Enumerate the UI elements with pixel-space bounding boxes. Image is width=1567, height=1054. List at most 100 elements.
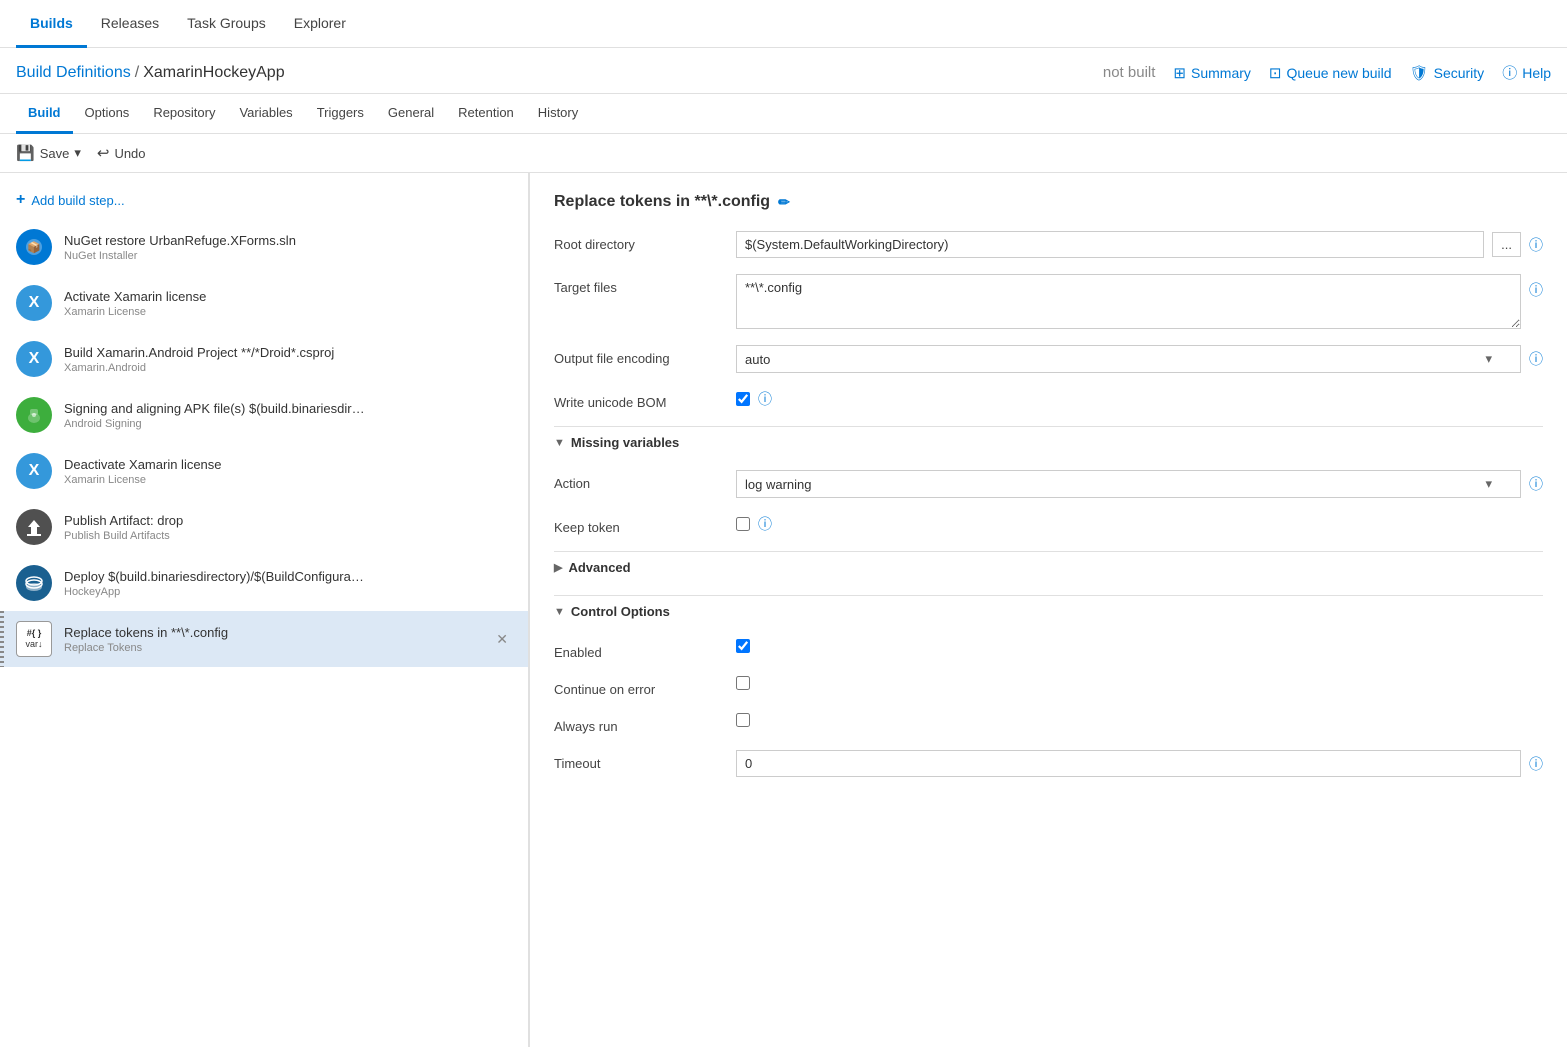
step-replace-tokens[interactable]: #{ } var↓ Replace tokens in **\*.config … xyxy=(0,611,528,667)
missing-variables-header[interactable]: ▼ Missing variables xyxy=(554,426,1543,458)
advanced-header[interactable]: ▶ Advanced xyxy=(554,551,1543,583)
step-nuget-icon: 📦 xyxy=(16,229,52,265)
missing-variables-chevron: ▼ xyxy=(554,437,565,449)
unicode-bom-info-icon[interactable]: ⓘ xyxy=(758,389,772,409)
action-label: Action xyxy=(554,470,724,491)
right-panel: Replace tokens in **\*.config ✏ Root dir… xyxy=(530,173,1567,1047)
add-build-step-button[interactable]: + Add build step... xyxy=(0,185,528,219)
target-files-info-icon[interactable]: ⓘ xyxy=(1529,280,1543,300)
step-apk-sign[interactable]: Signing and aligning APK file(s) $(build… xyxy=(0,387,528,443)
timeout-input[interactable] xyxy=(736,750,1521,777)
step-publish-text: Publish Artifact: drop Publish Build Art… xyxy=(64,513,512,542)
step-deploy[interactable]: Deploy $(build.binariesdirectory)/$(Buil… xyxy=(0,555,528,611)
step-publish-subtitle: Publish Build Artifacts xyxy=(64,530,512,542)
security-button[interactable]: 🛡 Security xyxy=(1410,64,1485,82)
step-nuget[interactable]: 📦 NuGet restore UrbanRefuge.XForms.sln N… xyxy=(0,219,528,275)
keep-token-checkbox-wrap xyxy=(736,517,750,531)
step-nuget-text: NuGet restore UrbanRefuge.XForms.sln NuG… xyxy=(64,233,512,262)
root-directory-browse-button[interactable]: ... xyxy=(1492,232,1521,257)
root-directory-info-icon[interactable]: ⓘ xyxy=(1529,235,1543,255)
step-nuget-title: NuGet restore UrbanRefuge.XForms.sln xyxy=(64,233,512,248)
tab-build[interactable]: Build xyxy=(16,94,73,134)
step-nuget-subtitle: NuGet Installer xyxy=(64,250,512,262)
control-options-chevron: ▼ xyxy=(554,606,565,618)
queue-build-button[interactable]: ⊡ Queue new build xyxy=(1269,64,1392,82)
always-run-checkbox[interactable] xyxy=(736,713,750,727)
summary-label: Summary xyxy=(1191,65,1251,81)
output-encoding-select-wrap: auto ▾ xyxy=(736,345,1521,373)
action-select[interactable]: log warning ▾ xyxy=(736,470,1521,498)
keep-token-info-icon[interactable]: ⓘ xyxy=(758,514,772,534)
tab-repository[interactable]: Repository xyxy=(141,94,227,134)
undo-button[interactable]: ↩ Undo xyxy=(97,144,146,162)
target-files-input[interactable]: **\*.config xyxy=(736,274,1521,329)
svg-text:📦: 📦 xyxy=(27,241,41,254)
tab-general[interactable]: General xyxy=(376,94,446,134)
nav-builds[interactable]: Builds xyxy=(16,0,87,48)
tab-retention[interactable]: Retention xyxy=(446,94,526,134)
queue-icon: ⊡ xyxy=(1269,64,1282,82)
timeout-info-icon[interactable]: ⓘ xyxy=(1529,754,1543,774)
form-row-action: Action log warning ▾ ⓘ xyxy=(554,470,1543,498)
enabled-checkbox[interactable] xyxy=(736,639,750,653)
action-arrow: ▾ xyxy=(1485,476,1492,492)
tab-triggers[interactable]: Triggers xyxy=(305,94,376,134)
save-dropdown-arrow[interactable]: ▾ xyxy=(74,145,81,161)
action-select-wrap: log warning ▾ xyxy=(736,470,1521,498)
form-row-unicode-bom: Write unicode BOM ⓘ xyxy=(554,389,1543,410)
root-directory-input[interactable] xyxy=(736,231,1484,258)
save-button[interactable]: 💾 Save ▾ xyxy=(16,144,81,162)
unicode-bom-checkbox[interactable] xyxy=(736,392,750,406)
output-encoding-label: Output file encoding xyxy=(554,345,724,366)
continue-on-error-label: Continue on error xyxy=(554,676,724,697)
step-xamarin-deactivate-icon: X xyxy=(16,453,52,489)
step-xamarin-deactivate-subtitle: Xamarin License xyxy=(64,474,512,486)
continue-on-error-checkbox[interactable] xyxy=(736,676,750,690)
action-value: log warning xyxy=(745,477,812,492)
step-publish[interactable]: Publish Artifact: drop Publish Build Art… xyxy=(0,499,528,555)
form-row-timeout: Timeout ⓘ xyxy=(554,750,1543,777)
keep-token-checkbox[interactable] xyxy=(736,517,750,531)
continue-on-error-wrap xyxy=(736,676,1543,690)
nav-releases[interactable]: Releases xyxy=(87,0,173,48)
summary-button[interactable]: ⊞ Summary xyxy=(1173,64,1250,82)
step-replace-tokens-text: Replace tokens in **\*.config Replace To… xyxy=(64,625,480,654)
help-button[interactable]: ⓘ Help xyxy=(1502,62,1551,83)
breadcrumb-link-build-definitions[interactable]: Build Definitions xyxy=(16,64,131,82)
queue-label: Queue new build xyxy=(1286,65,1391,81)
root-directory-wrap: ... ⓘ xyxy=(736,231,1543,258)
action-info-icon[interactable]: ⓘ xyxy=(1529,474,1543,494)
summary-icon: ⊞ xyxy=(1173,64,1186,82)
step-xamarin-activate[interactable]: X Activate Xamarin license Xamarin Licen… xyxy=(0,275,528,331)
output-encoding-select[interactable]: auto ▾ xyxy=(736,345,1521,373)
edit-title-icon[interactable]: ✏ xyxy=(778,194,790,211)
step-apk-sign-title: Signing and aligning APK file(s) $(build… xyxy=(64,401,512,416)
step-publish-title: Publish Artifact: drop xyxy=(64,513,512,528)
step-xamarin-deactivate[interactable]: X Deactivate Xamarin license Xamarin Lic… xyxy=(0,443,528,499)
save-icon: 💾 xyxy=(16,144,35,162)
control-options-header[interactable]: ▼ Control Options xyxy=(554,595,1543,627)
main-content: + Add build step... 📦 NuGet restore Urba… xyxy=(0,173,1567,1047)
control-options-title: Control Options xyxy=(571,604,670,619)
output-encoding-value: auto xyxy=(745,352,770,367)
step-android-build[interactable]: X Build Xamarin.Android Project **/*Droi… xyxy=(0,331,528,387)
undo-icon: ↩ xyxy=(97,144,110,162)
step-android-build-icon: X xyxy=(16,341,52,377)
missing-variables-title: Missing variables xyxy=(571,435,679,450)
root-directory-label: Root directory xyxy=(554,231,724,252)
right-panel-title: Replace tokens in **\*.config ✏ xyxy=(554,193,1543,211)
tab-history[interactable]: History xyxy=(526,94,590,134)
form-row-root-directory: Root directory ... ⓘ xyxy=(554,231,1543,258)
step-android-build-text: Build Xamarin.Android Project **/*Droid*… xyxy=(64,345,512,374)
step-apk-sign-text: Signing and aligning APK file(s) $(build… xyxy=(64,401,512,430)
plus-icon: + xyxy=(16,191,25,209)
output-encoding-arrow: ▾ xyxy=(1485,351,1492,367)
step-xamarin-activate-icon: X xyxy=(16,285,52,321)
output-encoding-info-icon[interactable]: ⓘ xyxy=(1529,349,1543,369)
unicode-bom-wrap: ⓘ xyxy=(736,389,1543,409)
nav-task-groups[interactable]: Task Groups xyxy=(173,0,280,48)
tab-variables[interactable]: Variables xyxy=(227,94,304,134)
step-replace-tokens-close[interactable]: ✕ xyxy=(492,629,512,650)
nav-explorer[interactable]: Explorer xyxy=(280,0,360,48)
tab-options[interactable]: Options xyxy=(73,94,142,134)
